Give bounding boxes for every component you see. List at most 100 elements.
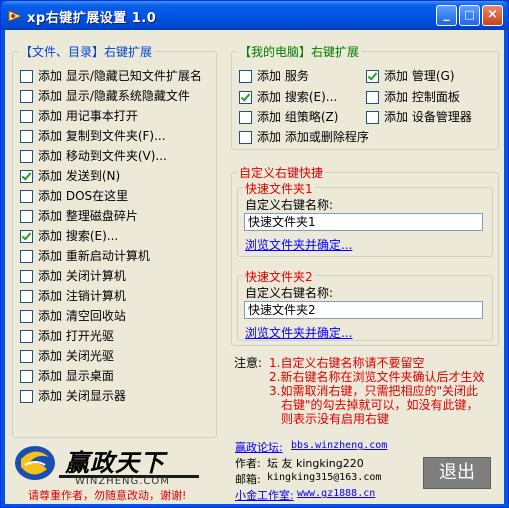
folder1-browse-link[interactable]: 浏览文件夹并确定... bbox=[245, 236, 352, 253]
checkbox-label: 添加 关闭光驱 bbox=[38, 348, 114, 364]
checkbox-box[interactable] bbox=[20, 150, 33, 163]
checkbox-box[interactable] bbox=[20, 250, 33, 263]
note-line-5: 则表示没有启用右键 bbox=[281, 412, 390, 426]
checkbox-label-prefix: 添加 bbox=[384, 69, 409, 83]
forum-link[interactable]: bbs.winzheng.com bbox=[291, 440, 387, 451]
note-line-1: 1.自定义右键名称请不要留空 bbox=[269, 356, 425, 370]
checkbox-label-prefix: 添加 bbox=[257, 130, 282, 144]
folder1-title: 快速文件夹1 bbox=[243, 180, 315, 197]
checkbox-label: 添加 显示/隐藏系统隐藏文件 bbox=[38, 88, 190, 104]
checkbox-label: 添加 注销计算机 bbox=[38, 288, 126, 304]
folder2-browse-link[interactable]: 浏览文件夹并确定... bbox=[245, 324, 352, 341]
checkbox-label-text: 搜索(E)... bbox=[284, 90, 338, 104]
checkbox-label: 添加 发送到(N) bbox=[38, 168, 120, 184]
checkbox-label-text: DOS在这里 bbox=[65, 189, 129, 203]
checkbox-label-prefix: 添加 bbox=[38, 329, 63, 343]
minimize-button[interactable]: _ bbox=[436, 5, 457, 26]
checkbox-box[interactable] bbox=[20, 90, 33, 103]
checkbox-box[interactable] bbox=[239, 70, 252, 83]
studio-label[interactable]: 小金工作室: bbox=[235, 487, 294, 503]
checkbox-label-text: 控制面板 bbox=[411, 90, 460, 104]
checkbox-box[interactable] bbox=[20, 290, 33, 303]
checkbox-label: 添加 搜索(E)... bbox=[257, 89, 337, 105]
checkbox-label: 添加 服务 bbox=[257, 68, 309, 84]
checkbox-label-text: 移动到文件夹(V)... bbox=[65, 149, 167, 163]
checkbox-label-text: 设备管理器 bbox=[411, 110, 472, 124]
checkbox-label-prefix: 添加 bbox=[38, 149, 63, 163]
forum-label[interactable]: 赢政论坛: bbox=[235, 439, 283, 455]
checkbox-label-prefix: 添加 bbox=[38, 389, 63, 403]
app-window: xp右键扩展设置 1.0 _ □ × 【文件、目录】右键扩展 添加 显示/隐藏已… bbox=[0, 0, 509, 508]
checkbox-label-prefix: 添加 bbox=[38, 209, 63, 223]
folder2-title: 快速文件夹2 bbox=[243, 268, 315, 285]
note-line-3: 3.如需取消右键，只需把相应的"关闭此 bbox=[269, 384, 478, 398]
checkbox-label-text: 复制到文件夹(F)... bbox=[65, 129, 166, 143]
checkbox-label-prefix: 添加 bbox=[38, 69, 63, 83]
checkbox-label-text: 显示/隐藏系统隐藏文件 bbox=[65, 89, 190, 103]
checkbox-label-prefix: 添加 bbox=[38, 169, 63, 183]
close-button[interactable]: × bbox=[482, 5, 503, 26]
checkbox-box[interactable] bbox=[366, 91, 379, 104]
checkbox-label: 添加 整理磁盘碎片 bbox=[38, 208, 138, 224]
maximize-button[interactable]: □ bbox=[459, 5, 480, 26]
folder1-name-input[interactable]: 快速文件夹1 bbox=[244, 213, 483, 231]
checkbox-label-text: 关闭显示器 bbox=[65, 389, 126, 403]
checkbox-box[interactable] bbox=[20, 350, 33, 363]
checkbox-label: 添加 组策略(Z) bbox=[257, 109, 338, 125]
checkbox-label: 添加 添加或删除程序 bbox=[257, 129, 369, 145]
checkbox-box[interactable] bbox=[20, 230, 33, 243]
checkbox-label: 添加 管理(G) bbox=[384, 68, 455, 84]
author-name: 坛 友 kingking220 bbox=[267, 457, 364, 470]
checkbox-label-prefix: 添加 bbox=[38, 89, 63, 103]
checkbox-box[interactable] bbox=[20, 130, 33, 143]
checkbox-label: 添加 复制到文件夹(F)... bbox=[38, 128, 166, 144]
note-line-2: 2.新右键名称在浏览文件夹确认后才生效 bbox=[269, 370, 485, 384]
exit-button[interactable]: 退出 bbox=[423, 457, 491, 489]
checkbox-label: 添加 打开光驱 bbox=[38, 328, 114, 344]
checkbox-box[interactable] bbox=[20, 210, 33, 223]
folder2-name-input[interactable]: 快速文件夹2 bbox=[244, 301, 483, 319]
checkbox-label-prefix: 添加 bbox=[38, 289, 63, 303]
checkbox-label-text: 管理(G) bbox=[411, 69, 455, 83]
checkbox-box[interactable] bbox=[20, 270, 33, 283]
checkbox-label-prefix: 添加 bbox=[384, 110, 409, 124]
checkbox-label: 添加 关闭计算机 bbox=[38, 268, 126, 284]
checkbox-label: 添加 DOS在这里 bbox=[38, 188, 128, 204]
checkbox-box[interactable] bbox=[20, 310, 33, 323]
checkbox-box[interactable] bbox=[20, 170, 33, 183]
logo-text: 赢政天下 bbox=[65, 449, 165, 477]
checkbox-label: 添加 清空回收站 bbox=[38, 308, 126, 324]
checkbox-label: 添加 显示/隐藏已知文件扩展名 bbox=[38, 68, 202, 84]
checkbox-label-prefix: 添加 bbox=[257, 110, 282, 124]
checkbox-label-prefix: 添加 bbox=[38, 229, 63, 243]
checkbox-label-prefix: 添加 bbox=[38, 269, 63, 283]
checkbox-box[interactable] bbox=[366, 70, 379, 83]
email-label: 邮箱: bbox=[235, 473, 261, 486]
checkbox-label-text: 搜索(E)... bbox=[65, 229, 119, 243]
title-bar[interactable]: xp右键扩展设置 1.0 _ □ × bbox=[1, 1, 508, 30]
checkbox-label-text: 显示/隐藏已知文件扩展名 bbox=[65, 69, 202, 83]
checkbox-box[interactable] bbox=[239, 111, 252, 124]
checkbox-box[interactable] bbox=[239, 91, 252, 104]
checkbox-label: 添加 重新启动计算机 bbox=[38, 248, 150, 264]
checkbox-label-prefix: 添加 bbox=[38, 129, 63, 143]
checkbox-box[interactable] bbox=[20, 110, 33, 123]
checkbox-box[interactable] bbox=[20, 390, 33, 403]
checkbox-label-prefix: 添加 bbox=[38, 349, 63, 363]
checkbox-box[interactable] bbox=[239, 131, 252, 144]
checkbox-label-prefix: 添加 bbox=[38, 369, 63, 383]
window-title: xp右键扩展设置 1.0 bbox=[27, 11, 157, 26]
checkbox-box[interactable] bbox=[20, 190, 33, 203]
checkbox-box[interactable] bbox=[20, 70, 33, 83]
checkbox-label-text: 整理磁盘碎片 bbox=[65, 209, 138, 223]
checkbox-label-text: 关闭光驱 bbox=[65, 349, 114, 363]
checkbox-label-text: 用记事本打开 bbox=[65, 109, 138, 123]
checkbox-label-prefix: 添加 bbox=[38, 189, 63, 203]
studio-link[interactable]: www.gz1888.cn bbox=[297, 488, 375, 499]
slogan: 请尊重作者，勿随意改动，谢谢! bbox=[28, 489, 187, 502]
checkbox-box[interactable] bbox=[20, 330, 33, 343]
checkbox-box[interactable] bbox=[366, 111, 379, 124]
checkbox-box[interactable] bbox=[20, 370, 33, 383]
checkbox-label-text: 添加或删除程序 bbox=[284, 130, 369, 144]
checkbox-label: 添加 设备管理器 bbox=[384, 109, 472, 125]
